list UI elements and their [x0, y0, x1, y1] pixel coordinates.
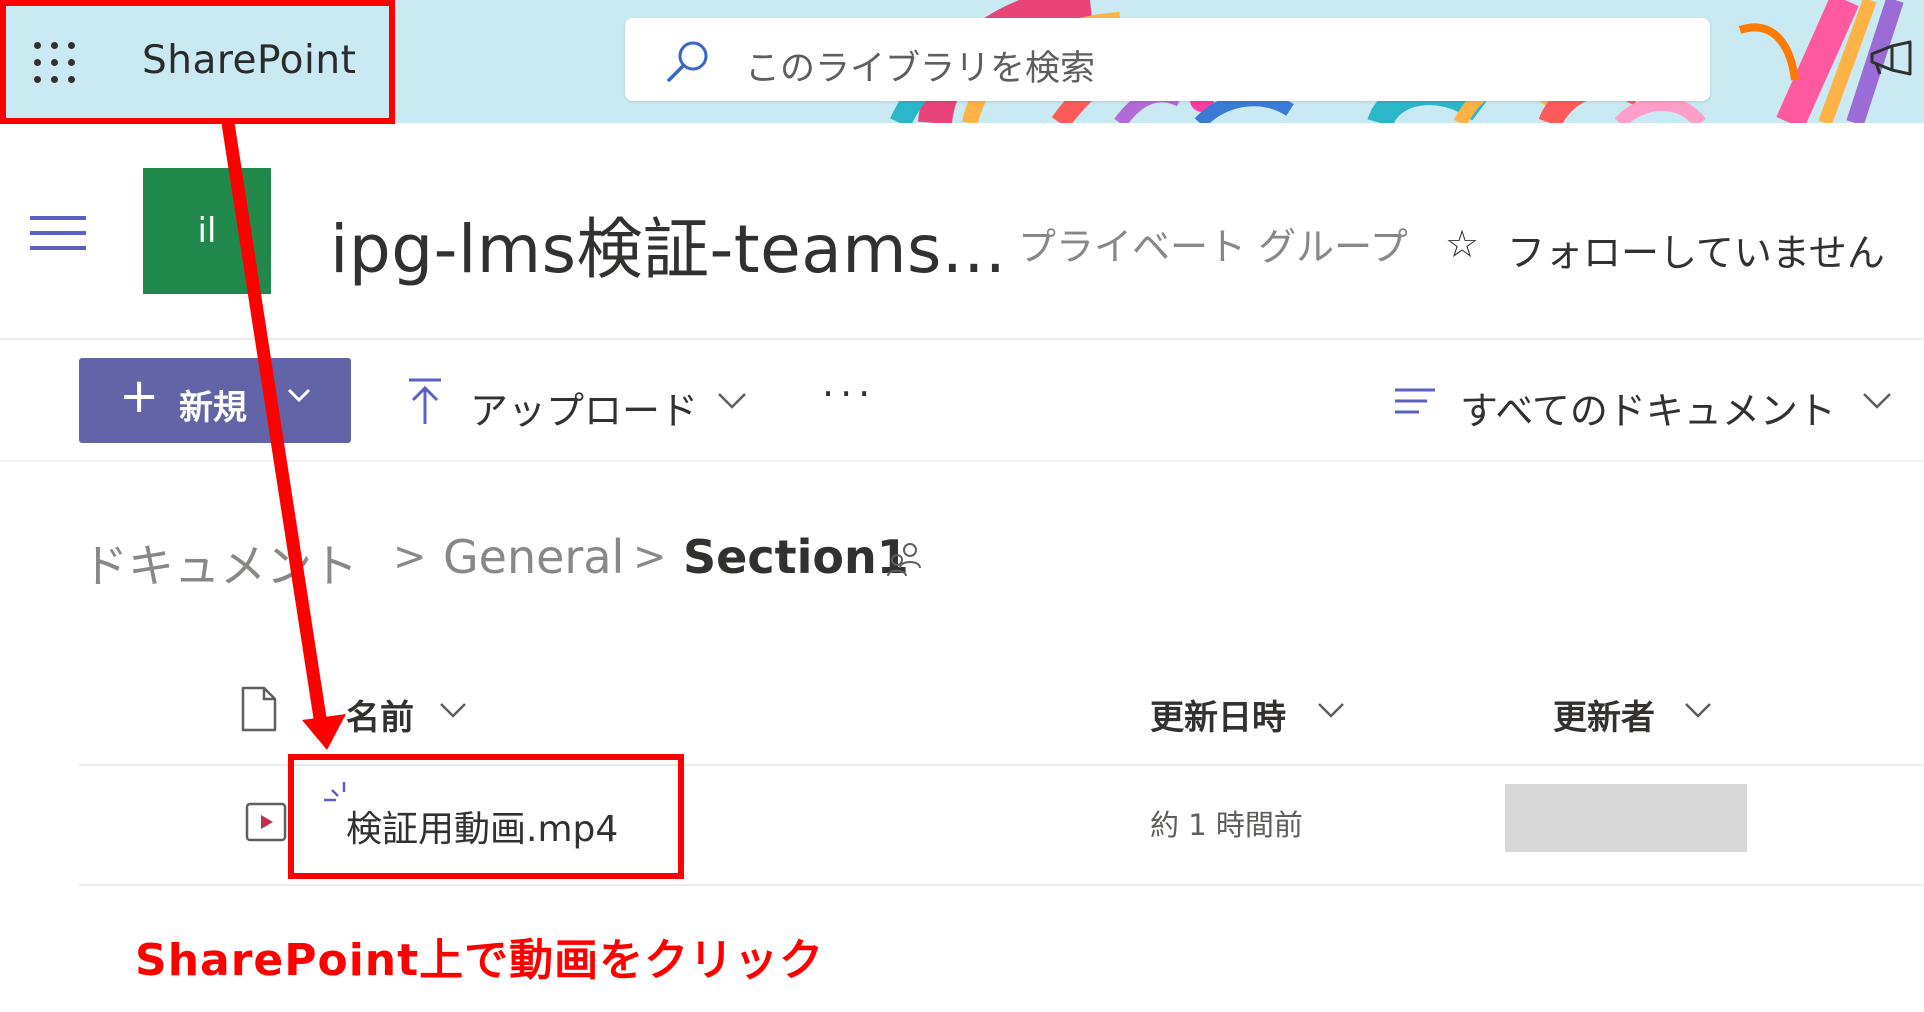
annotation-arrow — [221, 122, 346, 750]
annotation-caption: SharePoint上で動画をクリック — [135, 935, 825, 986]
